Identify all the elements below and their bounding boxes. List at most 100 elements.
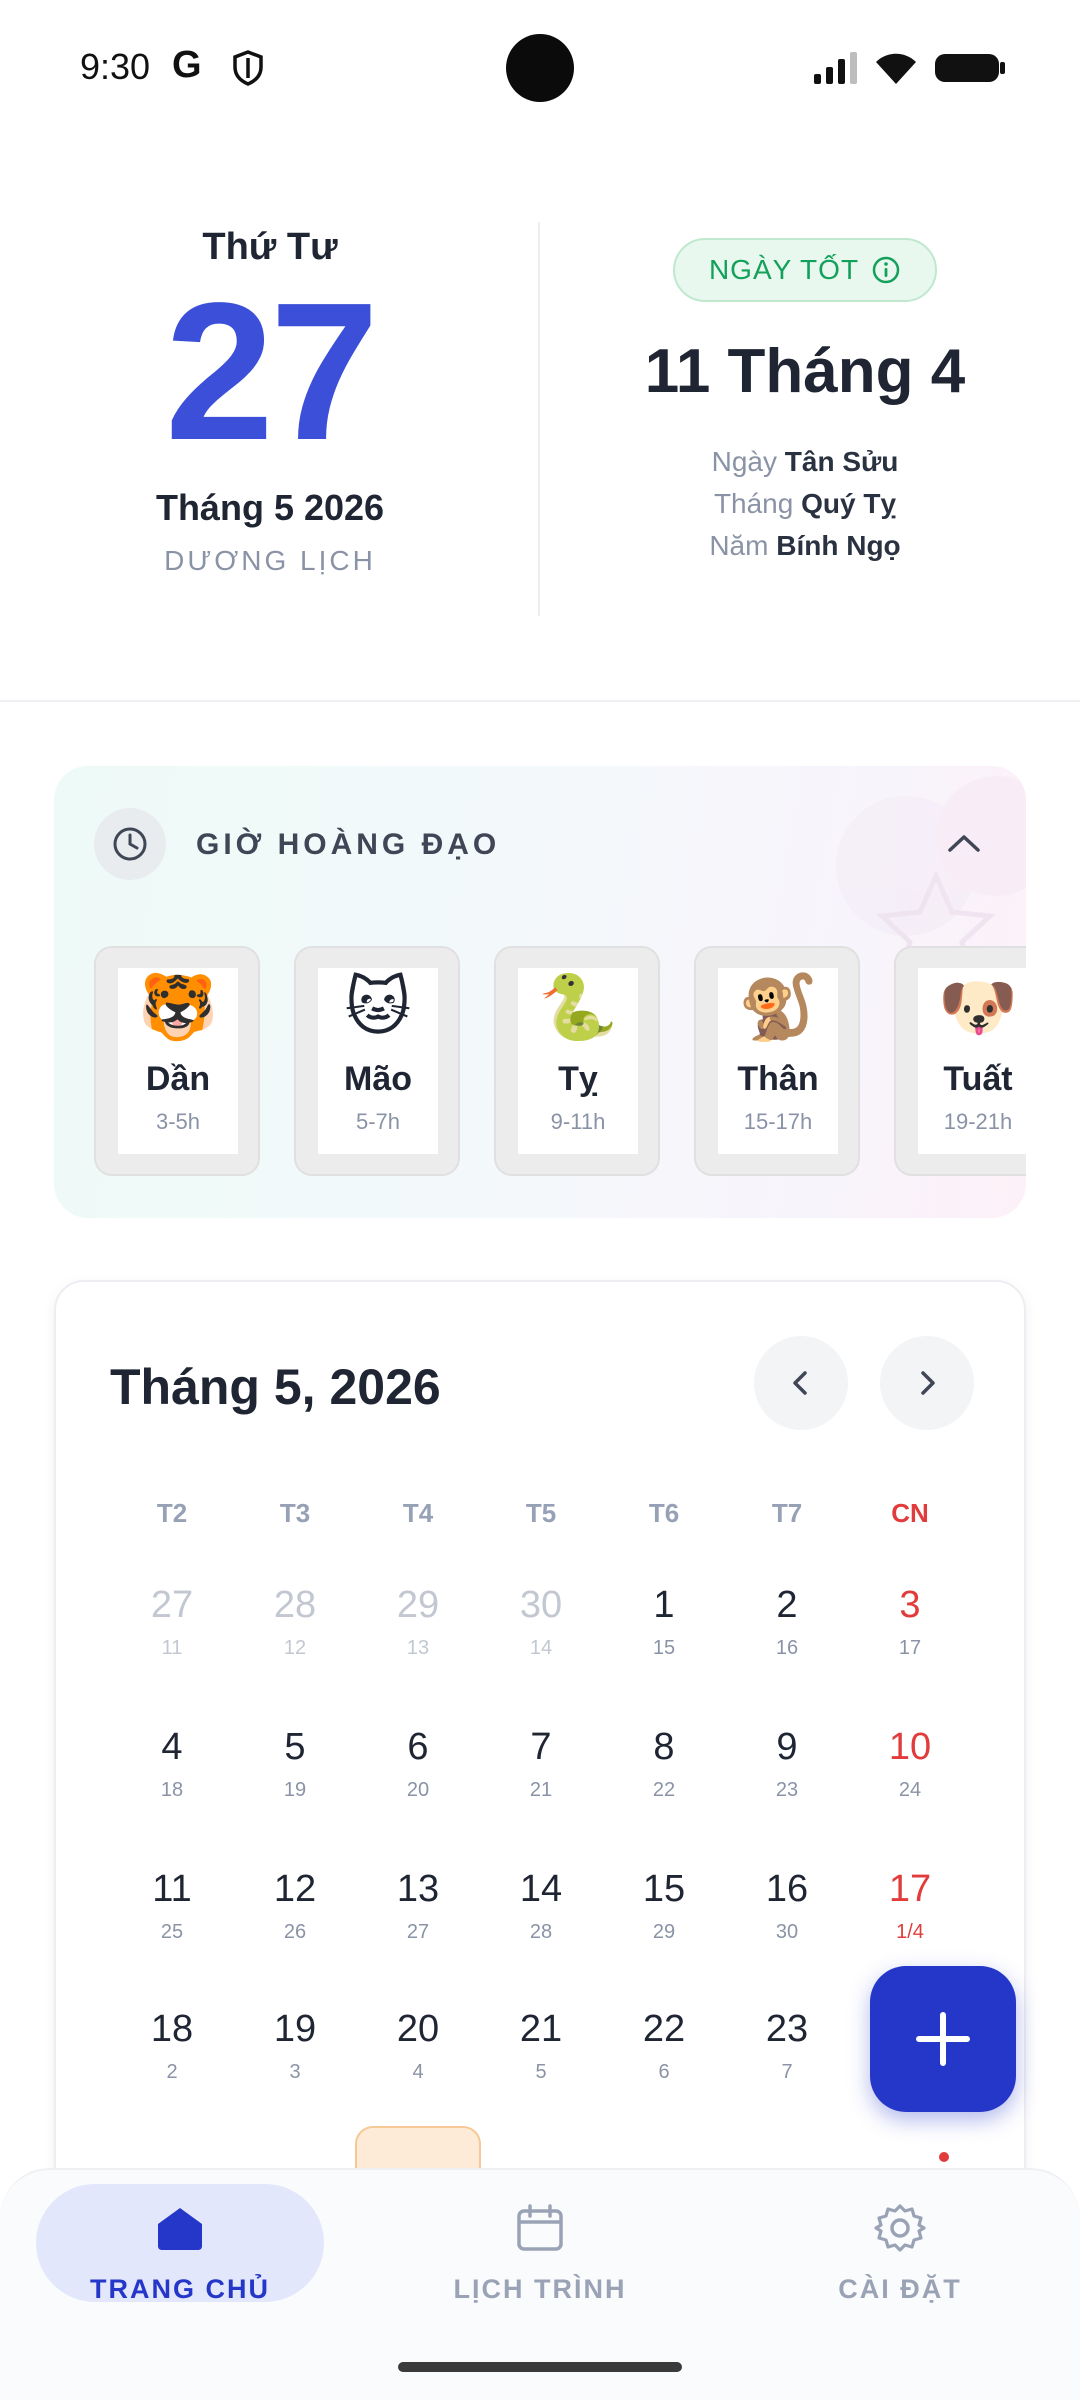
monkey-icon: 🐒 — [738, 971, 818, 1045]
weekday-label: CN — [891, 1498, 929, 1528]
calendar-day[interactable]: 16 30 — [725, 1866, 849, 1986]
nav-home[interactable]: TRANG CHỦ — [0, 2170, 360, 2320]
day-number: 28 — [273, 1584, 317, 1626]
day-number: 23 — [765, 2008, 809, 2050]
calendar-day[interactable]: 12 26 — [233, 1866, 357, 1986]
calendar-day[interactable]: 30 14 — [479, 1582, 603, 1702]
hour-item-than[interactable]: 🐒 Thân 15-17h — [694, 946, 860, 1176]
chevron-up-icon[interactable] — [946, 828, 982, 858]
calendar-month-title: Tháng 5, 2026 — [110, 1359, 441, 1415]
lunar-day: 11 — [161, 1637, 183, 1659]
hour-range: 9-11h — [550, 1109, 606, 1134]
can-chi-label: Năm — [709, 530, 769, 561]
lunar-day: 22 — [652, 1779, 676, 1801]
home-indicator — [398, 2362, 682, 2372]
calendar-day[interactable]: 6 20 — [356, 1724, 480, 1844]
hour-item-mao[interactable]: 🐱 Mão 5-7h — [294, 946, 460, 1176]
solar-date-panel: Thứ Tư 27 Tháng 5 2026 DƯƠNG LỊCH — [0, 210, 540, 577]
calendar-day[interactable]: 15 29 — [602, 1866, 726, 1986]
day-number: 4 — [161, 1726, 183, 1768]
calendar-day[interactable]: 20 4 — [356, 2006, 480, 2126]
day-number: 9 — [776, 1726, 798, 1768]
lunar-day: 12 — [283, 1637, 307, 1659]
weekday-label: T7 — [771, 1498, 803, 1528]
calendar-day[interactable]: 22 6 — [602, 2006, 726, 2126]
lunar-day: 29 — [652, 1921, 676, 1943]
can-chi-month: Tháng Quý Tỵ — [540, 483, 1070, 525]
calendar-day[interactable]: 13 27 — [356, 1866, 480, 1986]
calendar-day[interactable]: 21 5 — [479, 2006, 603, 2126]
signal-icon — [814, 52, 857, 84]
shield-icon — [233, 50, 263, 86]
next-month-button[interactable] — [880, 1336, 974, 1430]
calendar-day[interactable]: 10 24 — [848, 1724, 972, 1844]
nav-settings[interactable]: CÀI ĐẶT — [720, 2170, 1080, 2320]
day-number: 29 — [396, 1584, 440, 1626]
calendar-day[interactable]: 4 18 — [110, 1724, 234, 1844]
calendar-day[interactable]: 7 21 — [479, 1724, 603, 1844]
calendar-day[interactable]: 23 7 — [725, 2006, 849, 2126]
calendar-day[interactable]: 19 3 — [233, 2006, 357, 2126]
hoang-dao-card: GIỜ HOÀNG ĐẠO 🐯 Dần 3-5h 🐱 Mão 5-7h 🐍 Tỵ… — [54, 766, 1026, 1218]
hour-name: Tuất — [943, 1060, 1013, 1098]
lunar-day: 27 — [406, 1921, 430, 1943]
day-number: 15 — [642, 1868, 686, 1910]
add-event-button[interactable] — [870, 1966, 1016, 2112]
hour-name: Mão — [344, 1060, 412, 1098]
nav-schedule-label: LỊCH TRÌNH — [453, 2274, 627, 2304]
wifi-icon — [876, 53, 916, 84]
google-icon: G — [172, 44, 202, 86]
good-day-badge[interactable]: NGÀY TỐT — [672, 238, 938, 302]
day-number: 1 — [653, 1584, 675, 1626]
hour-card: 🐯 Dần 3-5h — [118, 968, 238, 1154]
chevron-left-icon — [793, 1371, 807, 1395]
day-number: 11 — [152, 1868, 192, 1910]
calendar-day[interactable]: 14 28 — [479, 1866, 603, 1986]
day-number: 6 — [407, 1726, 429, 1768]
nav-schedule[interactable]: LỊCH TRÌNH — [360, 2170, 720, 2320]
weekday-label: T2 — [156, 1498, 188, 1528]
calendar-day[interactable]: 9 23 — [725, 1724, 849, 1844]
day-number: 17 — [888, 1868, 932, 1910]
lunar-day: 20 — [406, 1779, 430, 1801]
good-day-label: NGÀY TỐT — [708, 254, 860, 285]
calendar-day[interactable]: 27 11 — [110, 1582, 234, 1702]
nav-settings-label: CÀI ĐẶT — [838, 2274, 962, 2304]
weekday-label: T6 — [648, 1498, 680, 1528]
snake-icon: 🐍 — [538, 971, 618, 1045]
hour-range: 5-7h — [355, 1109, 401, 1134]
calendar-day[interactable]: 2 16 — [725, 1582, 849, 1702]
can-chi-label: Ngày — [711, 446, 777, 477]
day-number: 12 — [273, 1868, 317, 1910]
can-chi-value: Tân Sửu — [784, 446, 899, 477]
hour-item-dan[interactable]: 🐯 Dần 3-5h — [94, 946, 260, 1176]
can-chi-year: Năm Bính Ngọ — [540, 525, 1070, 567]
info-icon[interactable] — [871, 255, 901, 285]
hoang-dao-list[interactable]: 🐯 Dần 3-5h 🐱 Mão 5-7h 🐍 Tỵ 9-11h 🐒 Thân — [94, 946, 1026, 1176]
calendar-day[interactable]: 8 22 — [602, 1724, 726, 1844]
calendar-day[interactable]: 29 13 — [356, 1582, 480, 1702]
lunar-date-panel: NGÀY TỐT 11 Tháng 4 Ngày Tân Sửu Tháng Q… — [540, 210, 1070, 567]
hour-card: 🐱 Mão 5-7h — [318, 968, 438, 1154]
lunar-day: 25 — [160, 1921, 184, 1943]
calendar-day[interactable]: 28 12 — [233, 1582, 357, 1702]
hour-item-tuat[interactable]: 🐶 Tuất 19-21h — [894, 946, 1026, 1176]
battery-icon — [935, 54, 1005, 82]
can-chi-day: Ngày Tân Sửu — [540, 441, 1070, 483]
day-number: 16 — [765, 1868, 809, 1910]
prev-month-button[interactable] — [754, 1336, 848, 1430]
calendar-day[interactable]: 18 2 — [110, 2006, 234, 2126]
calendar-day[interactable]: 1 15 — [602, 1582, 726, 1702]
day-number: 27 — [150, 1584, 194, 1626]
calendar-day[interactable]: 3 17 — [848, 1582, 972, 1702]
calendar-day[interactable]: 11 25 — [110, 1866, 234, 1986]
hour-name: Dần — [145, 1060, 211, 1098]
day-number: 14 — [519, 1868, 563, 1910]
calendar-day[interactable]: 5 19 — [233, 1724, 357, 1844]
day-number: 22 — [642, 2008, 686, 2050]
hour-item-ty[interactable]: 🐍 Tỵ 9-11h — [494, 946, 660, 1176]
lunar-day: 15 — [652, 1637, 676, 1659]
day-number: 3 — [899, 1584, 921, 1626]
hour-card: 🐶 Tuất 19-21h — [918, 968, 1026, 1154]
weekday-label: T3 — [279, 1498, 311, 1528]
